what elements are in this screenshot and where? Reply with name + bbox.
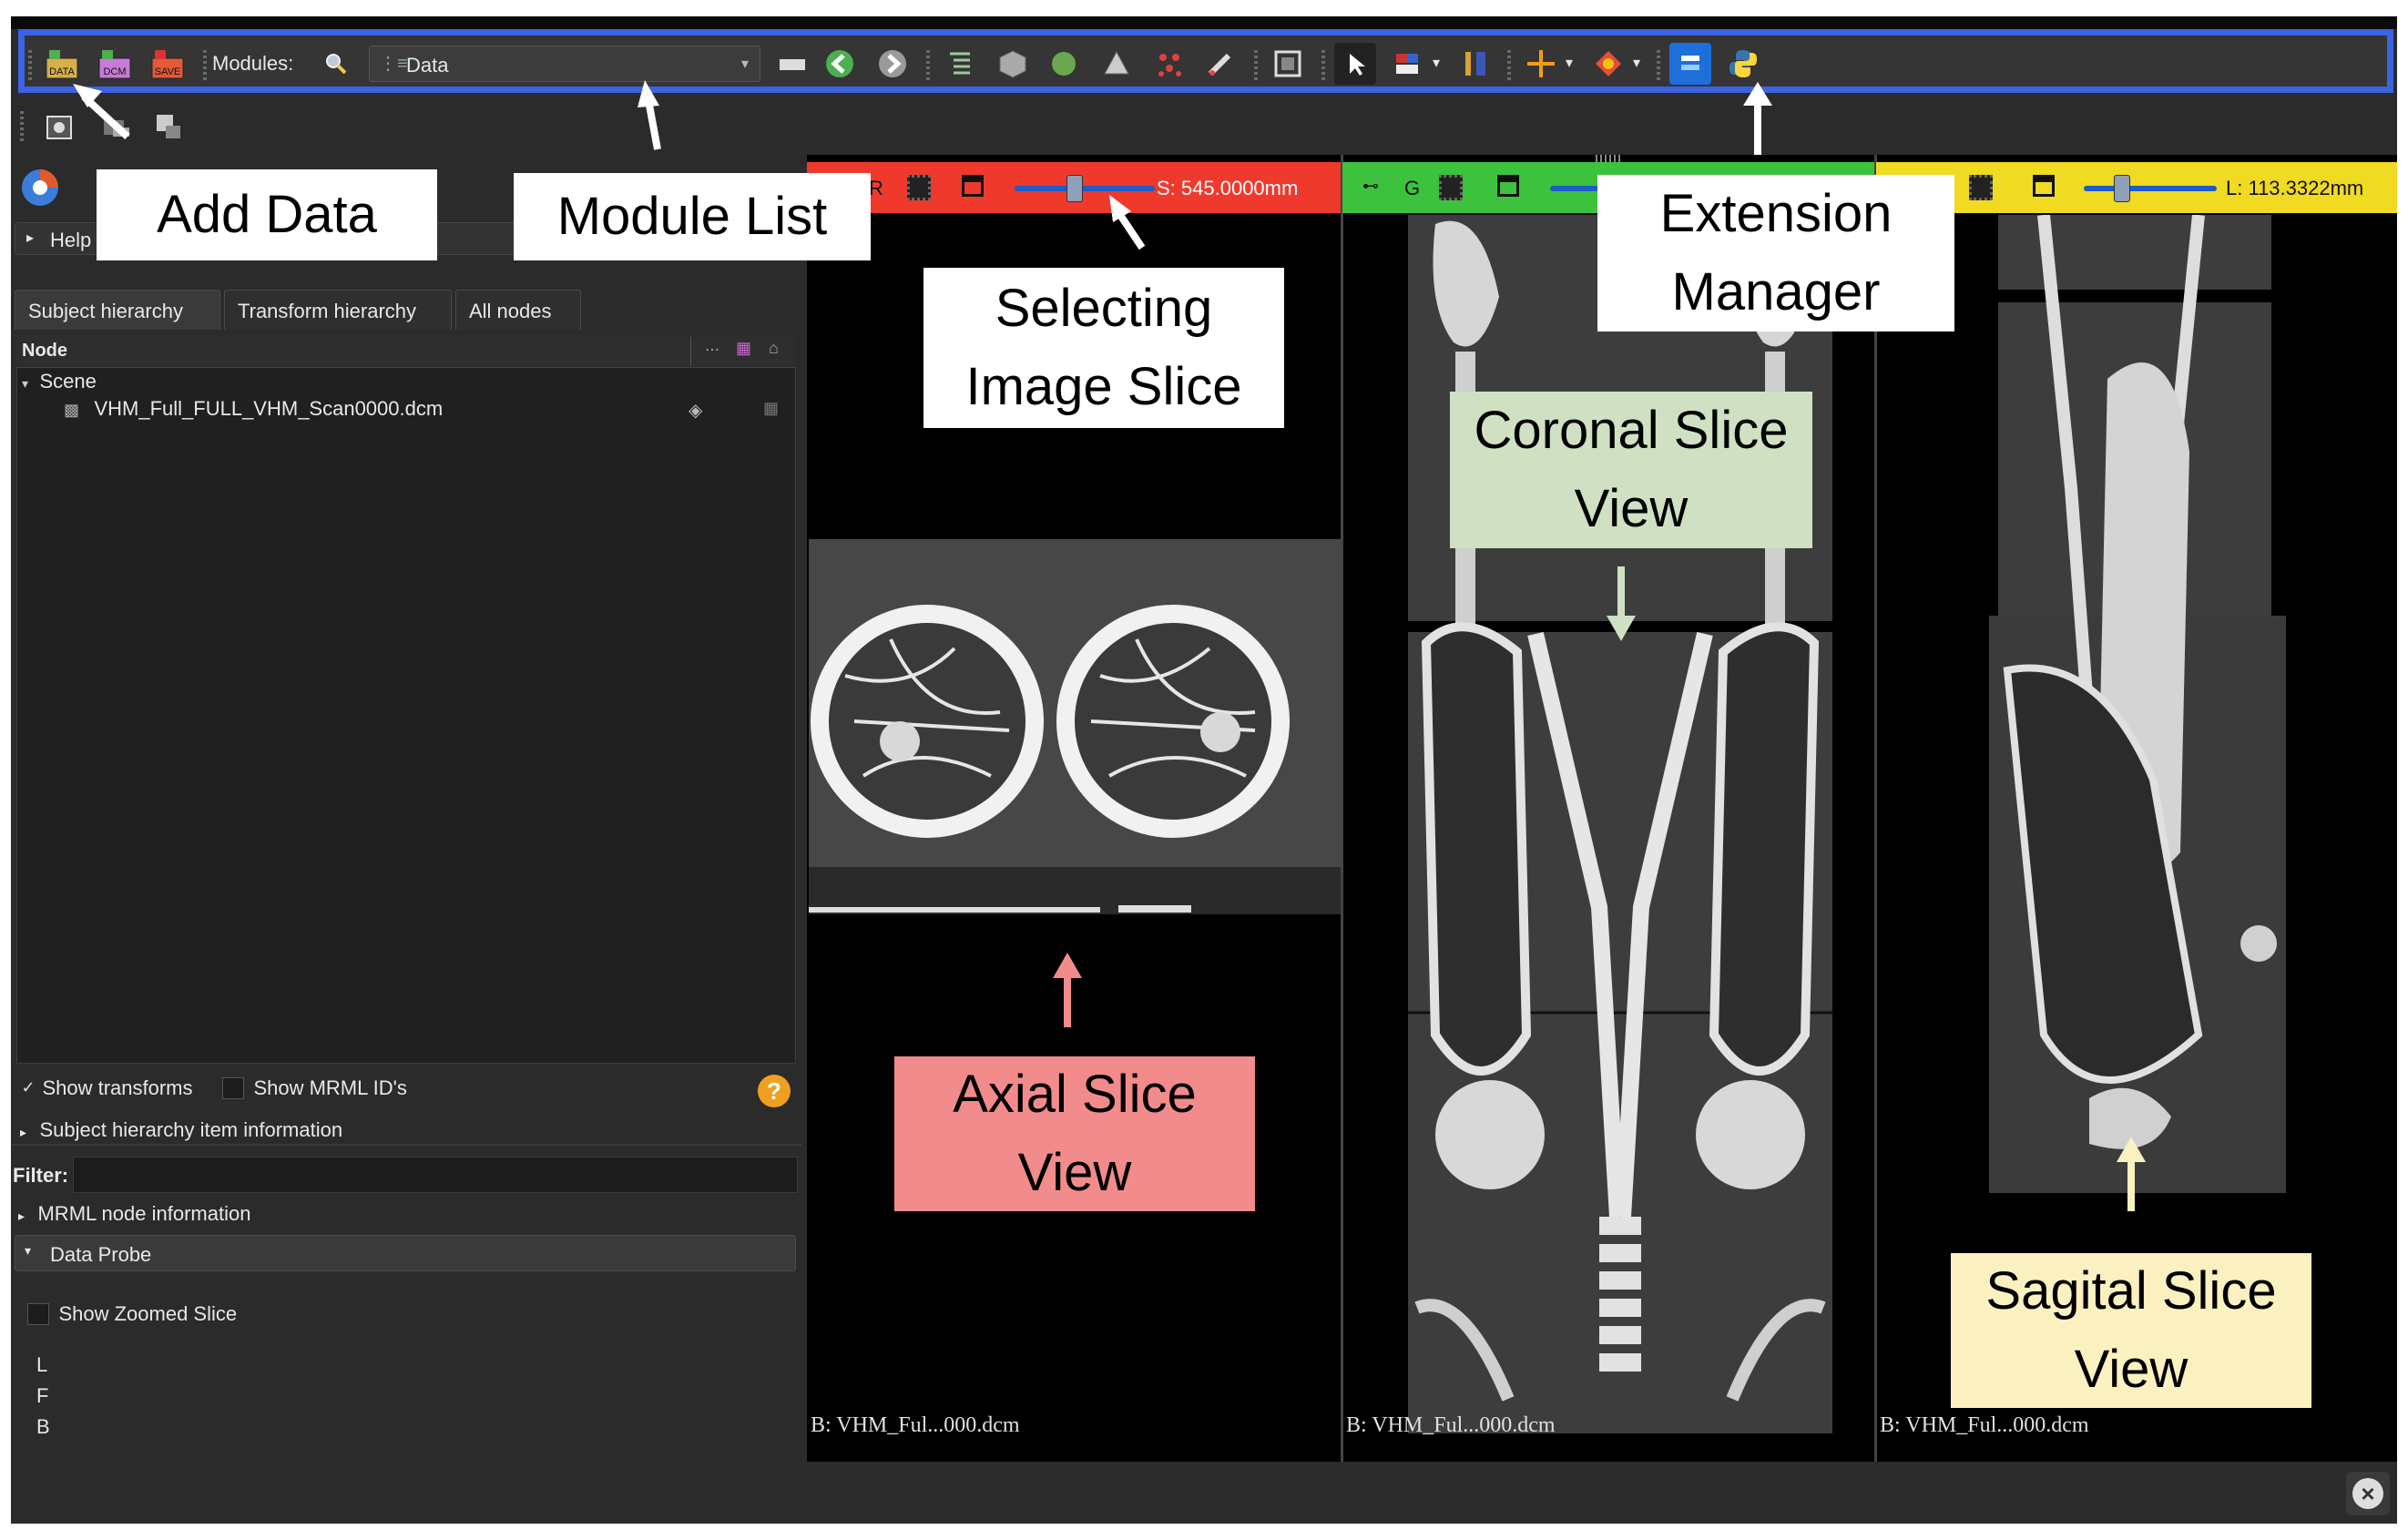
arrow-sagital-view	[2117, 1137, 2146, 1211]
arrow-module-list	[638, 80, 661, 150]
arrow-selecting-slice	[1109, 195, 1146, 250]
arrow-coronal-view	[1607, 566, 1636, 641]
annotation-arrows	[73, 80, 2146, 1211]
arrow-add-data	[73, 84, 130, 139]
arrow-axial-view	[1053, 953, 1082, 1027]
arrow-extension-manager	[1743, 82, 1772, 155]
